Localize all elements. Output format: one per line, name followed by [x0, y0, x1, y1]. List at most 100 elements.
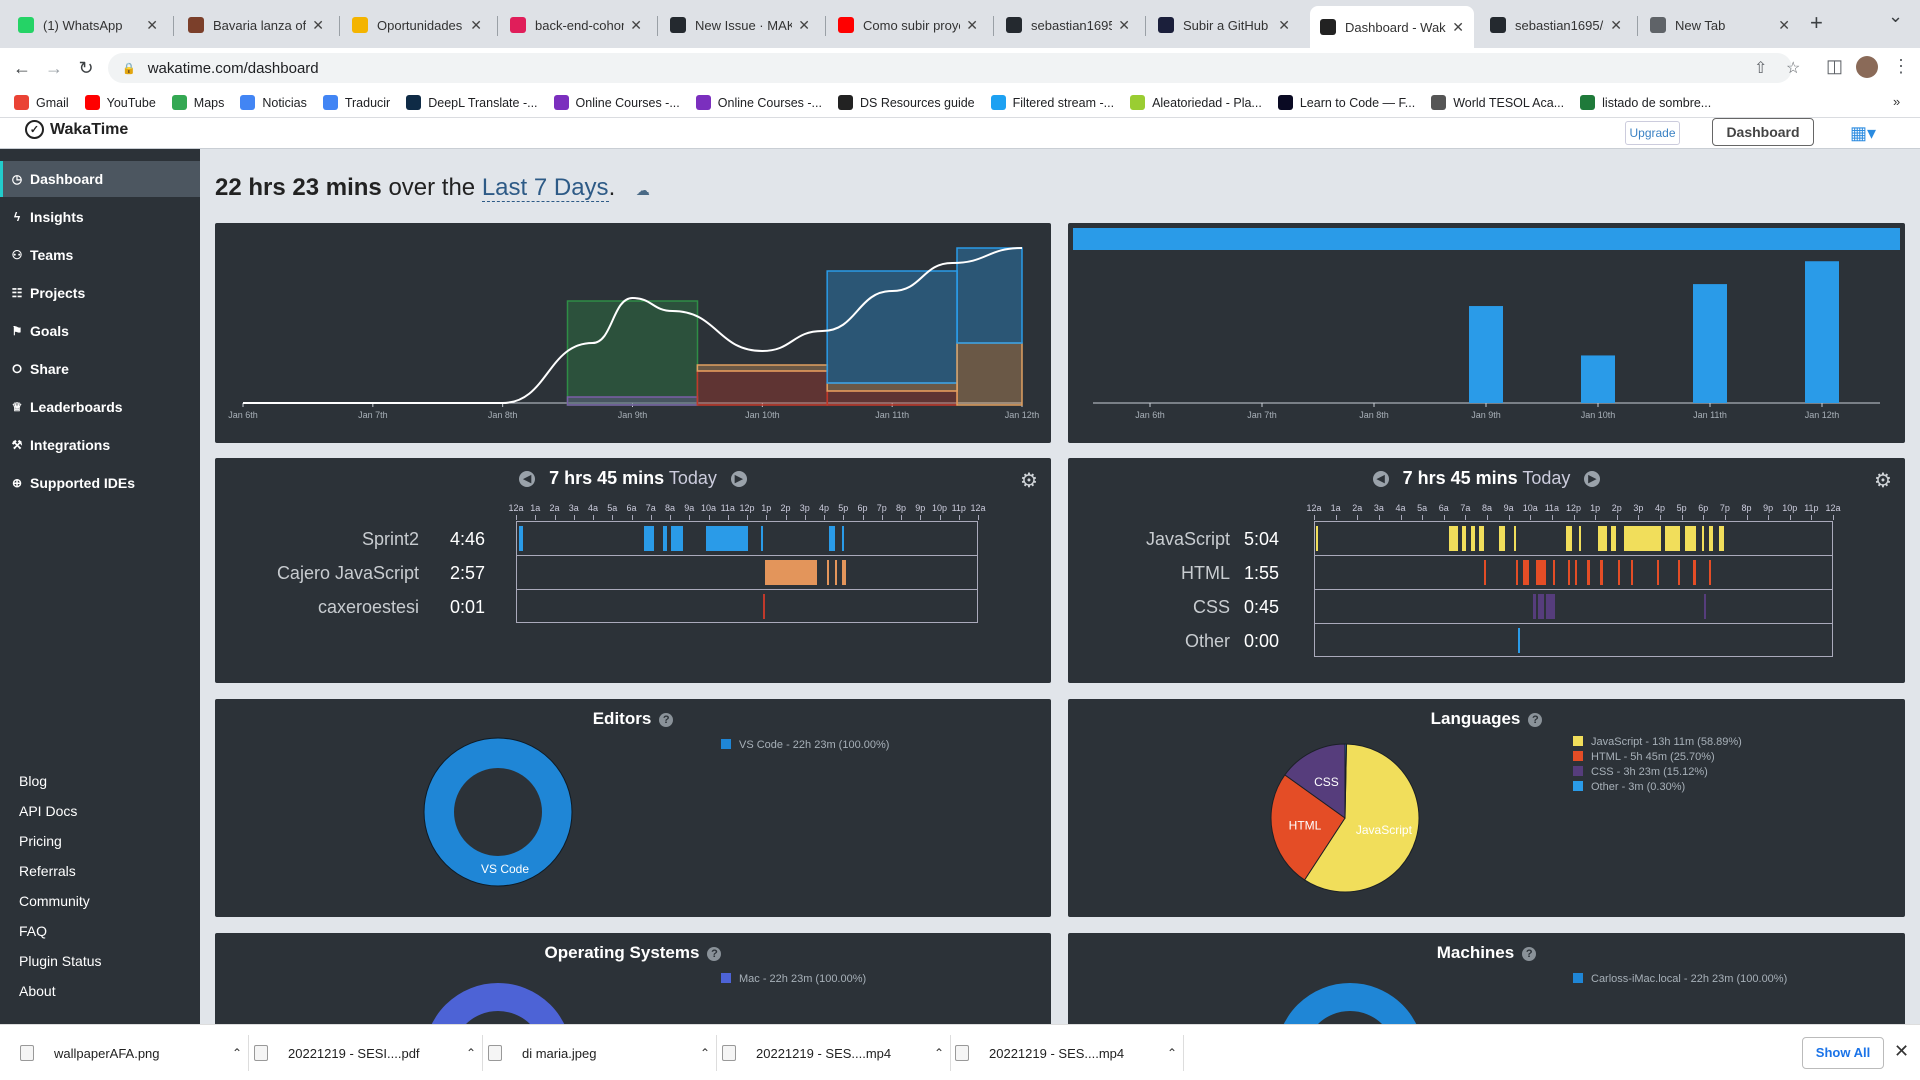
bar-jan-9th[interactable]: [1469, 306, 1503, 403]
download-item[interactable]: di maria.jpeg ⌃: [488, 1025, 710, 1080]
sidebar-item-leaderboards[interactable]: ♕ Leaderboards: [0, 389, 200, 425]
bookmark-item[interactable]: DS Resources guide: [837, 95, 975, 110]
show-all-downloads-button[interactable]: Show All: [1802, 1037, 1884, 1069]
cloud-download-icon[interactable]: ☁: [636, 182, 650, 198]
bookmark-item[interactable]: YouTube: [84, 95, 156, 110]
languages_today-activity-segment[interactable]: [1516, 560, 1518, 585]
sidebar-item-supported-ides[interactable]: ⊕ Supported IDEs: [0, 465, 200, 501]
browser-tab[interactable]: (1) WhatsApp ✕: [8, 8, 168, 42]
bookmark-item[interactable]: Traducir: [322, 95, 390, 110]
projects_today-activity-segment[interactable]: [663, 526, 668, 551]
close-tab-icon[interactable]: ✕: [312, 17, 324, 34]
browser-tab[interactable]: Subir a GitHub - ✕: [1148, 8, 1300, 42]
projects_today-activity-segment[interactable]: [828, 526, 835, 551]
sidebar-link-pricing[interactable]: Pricing: [19, 833, 62, 849]
bar-jan-10th[interactable]: [1581, 355, 1615, 403]
projects-settings-gear-icon[interactable]: ⚙: [1020, 468, 1038, 493]
browser-tab[interactable]: sebastian1695/S ✕: [1480, 8, 1632, 42]
languages_today-activity-segment[interactable]: [1546, 594, 1556, 619]
bookmark-item[interactable]: listado de sombre...: [1580, 95, 1711, 110]
close-downloads-icon[interactable]: ✕: [1894, 1041, 1909, 1062]
languages_today-activity-segment[interactable]: [1513, 526, 1517, 551]
close-tab-icon[interactable]: ✕: [966, 17, 978, 34]
languages_today-activity-segment[interactable]: [1624, 526, 1661, 551]
projects_today-activity-segment[interactable]: [765, 560, 818, 585]
languages-settings-gear-icon[interactable]: ⚙: [1874, 468, 1892, 493]
bookmarks-overflow-icon[interactable]: »: [1893, 94, 1900, 109]
languages_today-activity-segment[interactable]: [1498, 526, 1506, 551]
bookmark-item[interactable]: World TESOL Aca...: [1431, 95, 1564, 110]
languages_today-activity-segment[interactable]: [1533, 594, 1536, 619]
projects_today-activity-segment[interactable]: [842, 526, 845, 551]
new-tab-icon[interactable]: +: [1810, 10, 1823, 36]
browser-tab[interactable]: New Tab ✕: [1640, 8, 1800, 42]
reload-icon[interactable]: ↻: [74, 56, 98, 80]
download-item[interactable]: 20221219 - SES....mp4 ⌃: [722, 1025, 944, 1080]
browser-tab[interactable]: back-end-cohort ✕: [500, 8, 652, 42]
browser-tab[interactable]: Como subir proye ✕: [828, 8, 988, 42]
bookmark-star-icon[interactable]: ☆: [1786, 58, 1800, 78]
languages_today-activity-segment[interactable]: [1449, 526, 1458, 551]
browser-menu-icon[interactable]: ⋮: [1892, 56, 1910, 77]
projects_today-activity-segment[interactable]: [834, 560, 837, 585]
close-tab-icon[interactable]: ✕: [146, 17, 158, 34]
bar-jan-12th[interactable]: [1805, 261, 1839, 403]
close-tab-icon[interactable]: ✕: [1278, 17, 1290, 34]
sidebar-link-faq[interactable]: FAQ: [19, 923, 47, 939]
languages_today-activity-segment[interactable]: [1537, 594, 1545, 619]
projects_today-activity-segment[interactable]: [763, 594, 765, 619]
browser-tab[interactable]: Oportunidades ✕: [342, 8, 492, 42]
sidebar-item-integrations[interactable]: ⚒ Integrations: [0, 427, 200, 463]
languages_today-activity-segment[interactable]: [1470, 526, 1475, 551]
languages_today-activity-segment[interactable]: [1565, 526, 1573, 551]
languages_today-activity-segment[interactable]: [1568, 560, 1571, 585]
close-tab-icon[interactable]: ✕: [1610, 17, 1622, 34]
languages_today-activity-segment[interactable]: [1678, 560, 1681, 585]
languages_today-activity-segment[interactable]: [1719, 526, 1724, 551]
dashboard-button[interactable]: Dashboard: [1712, 118, 1814, 146]
bookmark-item[interactable]: Online Courses -...: [695, 95, 822, 110]
languages_today-activity-segment[interactable]: [1600, 560, 1603, 585]
languages_today-activity-segment[interactable]: [1702, 526, 1705, 551]
next-day-icon[interactable]: ▶: [730, 471, 747, 487]
languages_today-activity-segment[interactable]: [1479, 526, 1484, 551]
projects_today-activity-segment[interactable]: [705, 526, 748, 551]
languages_today-activity-segment[interactable]: [1462, 526, 1467, 551]
share-page-icon[interactable]: ⇧: [1754, 58, 1767, 78]
languages_today-activity-segment[interactable]: [1574, 560, 1577, 585]
date-range-selector[interactable]: Last 7 Days: [481, 174, 609, 202]
sidebar-link-community[interactable]: Community: [19, 893, 90, 909]
languages_today-activity-segment[interactable]: [1518, 628, 1520, 653]
projects_today-activity-segment[interactable]: [671, 526, 683, 551]
sidebar-item-insights[interactable]: ϟ Insights: [0, 199, 200, 235]
close-tab-icon[interactable]: ✕: [1778, 17, 1790, 34]
languages_today-activity-segment[interactable]: [1656, 560, 1659, 585]
projects_today-activity-segment[interactable]: [644, 526, 654, 551]
chevron-up-icon[interactable]: ⌃: [934, 1046, 944, 1060]
languages_today-activity-segment[interactable]: [1483, 560, 1486, 585]
sidebar-item-teams[interactable]: ⚇ Teams: [0, 237, 200, 273]
wakatime-logo[interactable]: ✓ WakaTime: [25, 120, 128, 139]
browser-tab[interactable]: New Issue · MAK ✕: [660, 8, 820, 42]
bookmark-item[interactable]: DeepL Translate -...: [406, 95, 538, 110]
projects_today-activity-segment[interactable]: [842, 560, 847, 585]
tab-search-icon[interactable]: ⌄: [1888, 6, 1903, 27]
projects_today-activity-segment[interactable]: [518, 526, 523, 551]
sidebar-link-api-docs[interactable]: API Docs: [19, 803, 77, 819]
prev-day-icon[interactable]: ◀: [519, 471, 536, 487]
languages_today-activity-segment[interactable]: [1708, 526, 1713, 551]
languages_today-activity-segment[interactable]: [1630, 560, 1633, 585]
download-item[interactable]: 20221219 - SES....mp4 ⌃: [955, 1025, 1177, 1080]
languages_today-activity-segment[interactable]: [1684, 526, 1696, 551]
browser-tab[interactable]: Dashboard - Wak ✕: [1310, 6, 1474, 48]
close-tab-icon[interactable]: ✕: [630, 17, 642, 34]
languages_today-activity-segment[interactable]: [1522, 560, 1530, 585]
download-item[interactable]: wallpaperAFA.png ⌃: [20, 1025, 242, 1080]
close-tab-icon[interactable]: ✕: [1452, 19, 1464, 36]
bookmark-item[interactable]: Maps: [171, 95, 224, 110]
browser-tab[interactable]: Bavaria lanza ofe ✕: [178, 8, 334, 42]
chevron-up-icon[interactable]: ⌃: [232, 1046, 242, 1060]
languages_today-activity-segment[interactable]: [1535, 560, 1547, 585]
bookmark-item[interactable]: Aleatoriedad - Pla...: [1130, 95, 1262, 110]
projects_today-activity-segment[interactable]: [826, 560, 829, 585]
